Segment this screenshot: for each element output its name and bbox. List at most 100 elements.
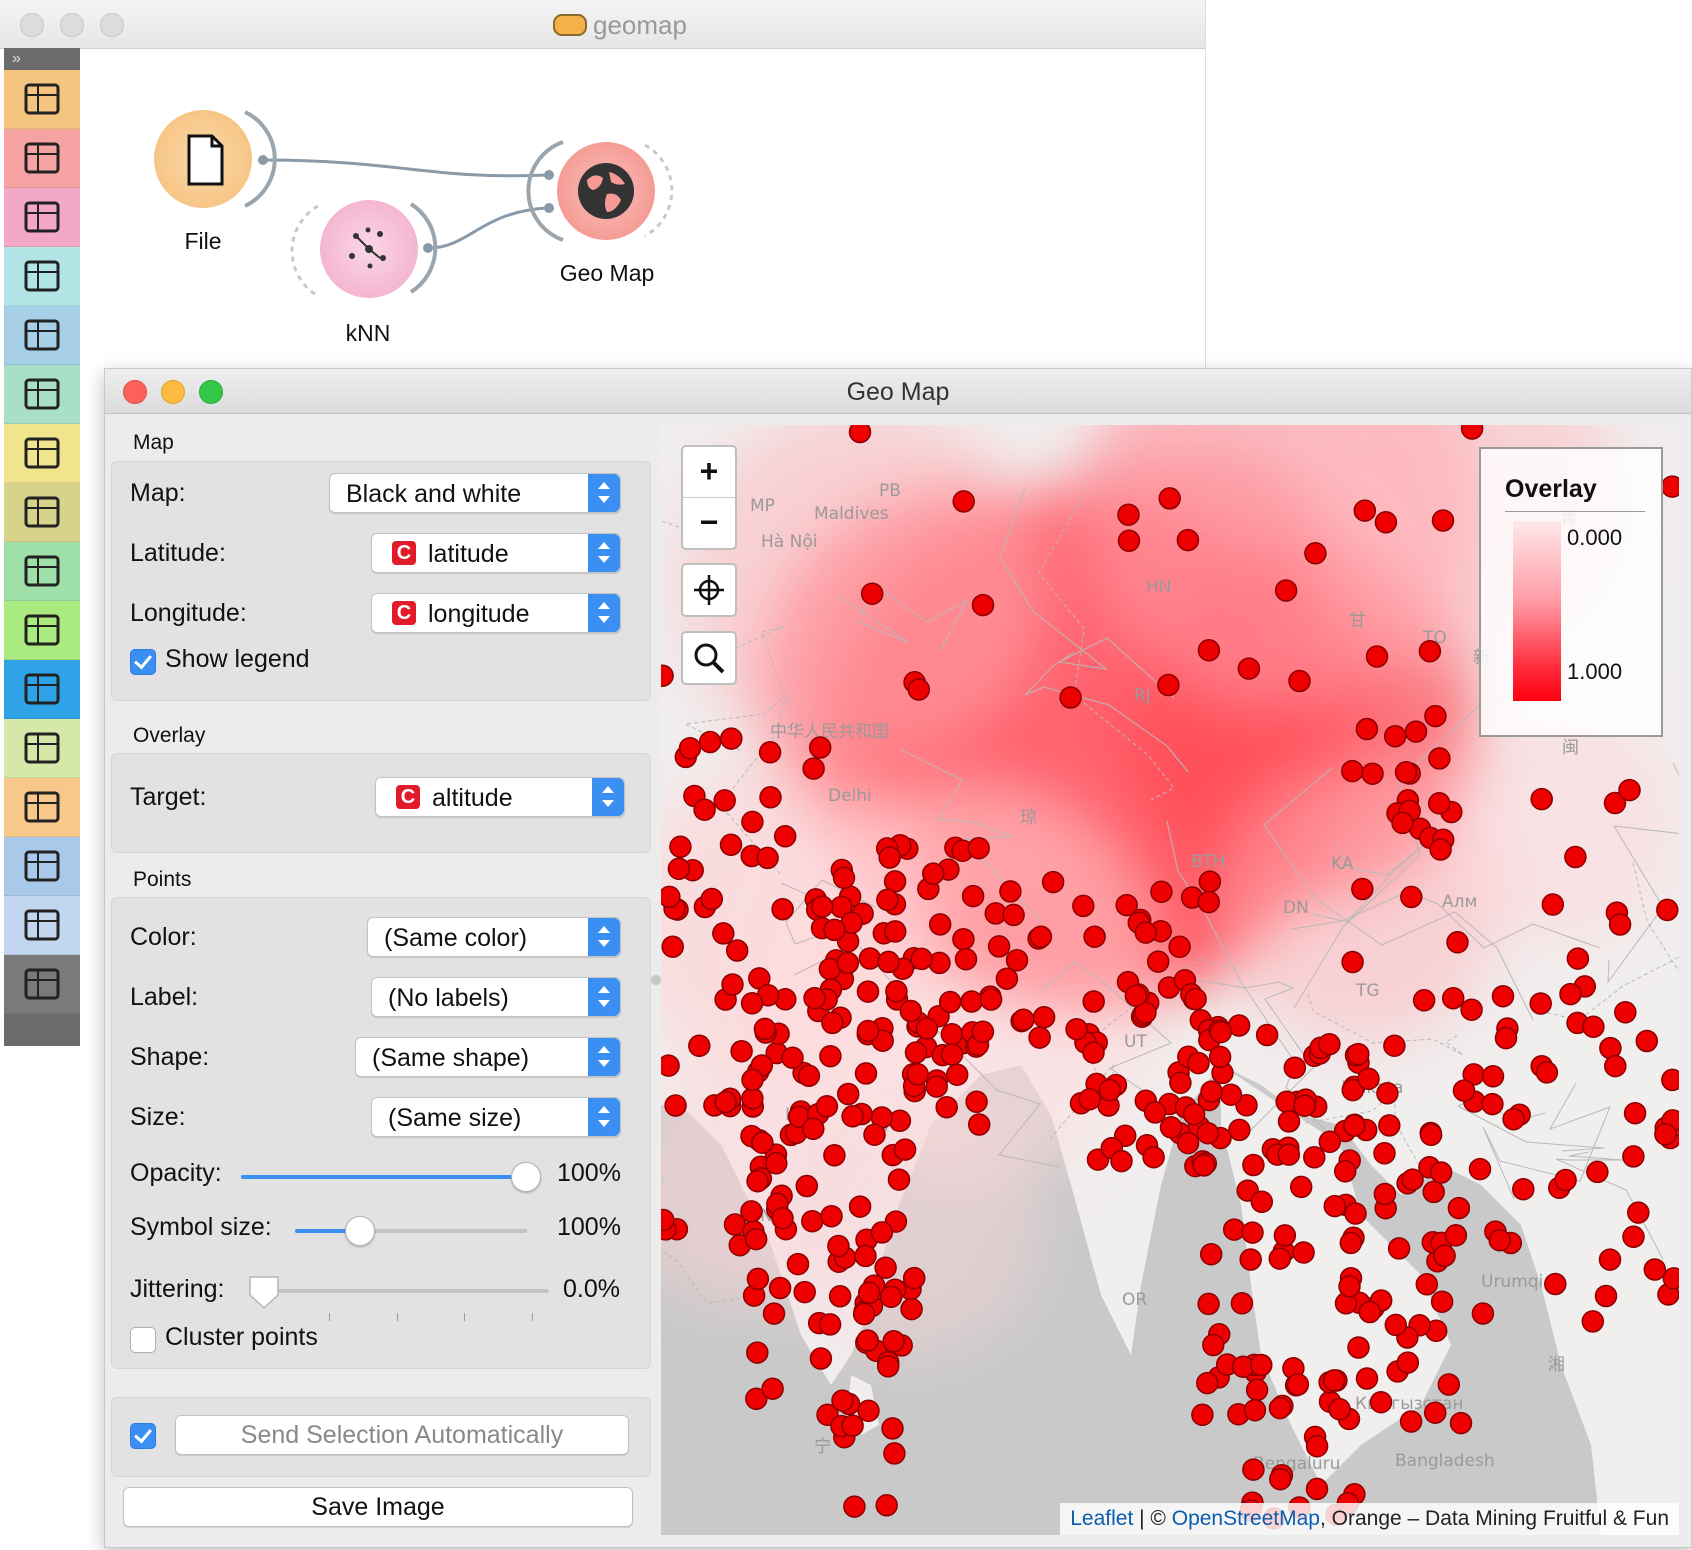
zoom-in-button[interactable]: + [683, 447, 735, 498]
leaflet-link[interactable]: Leaflet [1070, 1507, 1133, 1530]
toolbox-category-text-mining[interactable] [4, 896, 80, 956]
data-point [758, 741, 782, 764]
data-point [678, 736, 702, 760]
point-size-value: (Same size) [388, 1104, 522, 1132]
point-size-combo[interactable]: (Same size) [371, 1097, 621, 1137]
place-label: Bengaluru [1253, 1454, 1340, 1474]
toolbox-category-network[interactable] [4, 542, 80, 602]
latitude-combo[interactable]: C latitude [371, 533, 621, 573]
image-icon [24, 437, 60, 469]
data-point [971, 1020, 995, 1044]
data-point [1196, 1121, 1220, 1145]
toolbox-category-spectroscopy[interactable] [4, 660, 80, 720]
data-point [1415, 1273, 1439, 1296]
data-point [1544, 1272, 1567, 1296]
point-label-combo[interactable]: (No labels) [371, 977, 621, 1017]
data-point [1304, 542, 1327, 565]
data-point [741, 1068, 764, 1092]
map-view[interactable]: АлмUrumqiКыргызстан新甘宁青中华人民共和国湘闽PBUTDelh… [661, 425, 1679, 1535]
data-point [751, 1131, 774, 1154]
data-point [820, 1204, 843, 1228]
opacity-slider-handle[interactable] [511, 1162, 541, 1192]
symbol-size-slider-handle[interactable] [345, 1216, 375, 1246]
regression-icon [24, 378, 60, 410]
show-legend-checkbox[interactable] [130, 649, 156, 675]
toolbox-category-info[interactable] [4, 955, 80, 1015]
data-point [906, 1063, 929, 1086]
zoom-select-button[interactable] [681, 631, 737, 685]
send-selection-button[interactable]: Send Selection Automatically [175, 1415, 629, 1455]
continuous-variable-icon: C [396, 785, 420, 809]
zoom-out-button[interactable]: − [683, 498, 735, 548]
data-point [1594, 1284, 1618, 1308]
toolbox-category-image[interactable] [4, 424, 80, 484]
data-point [1347, 1336, 1370, 1359]
data-point [854, 1244, 877, 1268]
auto-send-checkbox[interactable] [130, 1423, 156, 1449]
cluster-points-label[interactable]: Cluster points [165, 1323, 318, 1352]
data-point [1374, 511, 1398, 534]
data-point [786, 1252, 810, 1276]
locate-button[interactable] [681, 563, 737, 617]
toolbox-category-timeseries[interactable] [4, 483, 80, 543]
geo-map-node[interactable] [557, 142, 655, 240]
points-section-title: Points [133, 868, 192, 891]
data-point [1117, 529, 1141, 553]
data-point [1237, 657, 1261, 680]
openstreetmap-link[interactable]: OpenStreetMap [1172, 1507, 1320, 1530]
overlay-legend: Overlay 0.000 1.000 [1479, 447, 1663, 737]
knn-node-label: kNN [345, 320, 391, 346]
overlay-target-combo[interactable]: C altitude [375, 777, 625, 817]
chevron-updown-icon [592, 778, 624, 816]
point-color-value: (Same color) [384, 924, 528, 952]
longitude-combo[interactable]: C longitude [371, 593, 621, 633]
longitude-label: Longitude: [130, 599, 247, 627]
data-point [1383, 1034, 1406, 1057]
target-label: Target: [130, 783, 207, 811]
knn-node[interactable] [320, 200, 418, 298]
cluster-points-checkbox[interactable] [130, 1327, 156, 1353]
point-shape-combo[interactable]: (Same shape) [355, 1037, 621, 1077]
data-point [802, 1117, 825, 1141]
zoom-control: + − [681, 445, 737, 550]
show-legend-label[interactable]: Show legend [165, 645, 310, 674]
point-color-combo[interactable]: (Same color) [367, 917, 621, 957]
data-point [887, 1168, 911, 1191]
attribution-text: , Orange – Data Mining Fruitful & Fun [1320, 1507, 1669, 1530]
data-point [1419, 1123, 1443, 1147]
opacity-label: Opacity: [130, 1159, 222, 1187]
data-point [1554, 1168, 1577, 1192]
data-point [1268, 1396, 1292, 1420]
data-point [1357, 1067, 1380, 1091]
data-point [1460, 998, 1483, 1021]
place-label: Алм [1442, 892, 1477, 912]
splitter-handle[interactable] [651, 975, 661, 985]
data-point [893, 1138, 917, 1161]
toolbox-category-education[interactable] [4, 778, 80, 838]
file-node[interactable] [154, 110, 252, 208]
data-point [823, 918, 846, 942]
toolbox-category-regression[interactable] [4, 365, 80, 425]
data-point [1355, 1367, 1379, 1390]
data-point [1564, 845, 1587, 869]
data-point [1318, 1032, 1341, 1056]
data-point [1305, 1477, 1329, 1501]
data-point [1622, 1225, 1645, 1249]
map-type-combo[interactable]: Black and white [329, 473, 621, 513]
data-point [1361, 762, 1384, 785]
toolbox-category-survival[interactable] [4, 837, 80, 897]
data-point [940, 1022, 964, 1046]
data-point [885, 980, 908, 1003]
data-point [1376, 1082, 1399, 1105]
data-point [1303, 1146, 1326, 1169]
toolbox-category-bioinformatics[interactable] [4, 719, 80, 779]
data-point [1200, 1080, 1223, 1103]
jittering-slider-track[interactable] [253, 1289, 549, 1293]
save-image-button[interactable]: Save Image [123, 1487, 633, 1527]
jittering-slider-handle[interactable] [247, 1275, 281, 1311]
data-point [899, 999, 923, 1023]
survival-icon [24, 850, 60, 882]
data-point [1418, 639, 1442, 663]
toolbox-category-geo[interactable] [4, 601, 80, 661]
data-point [720, 727, 743, 750]
